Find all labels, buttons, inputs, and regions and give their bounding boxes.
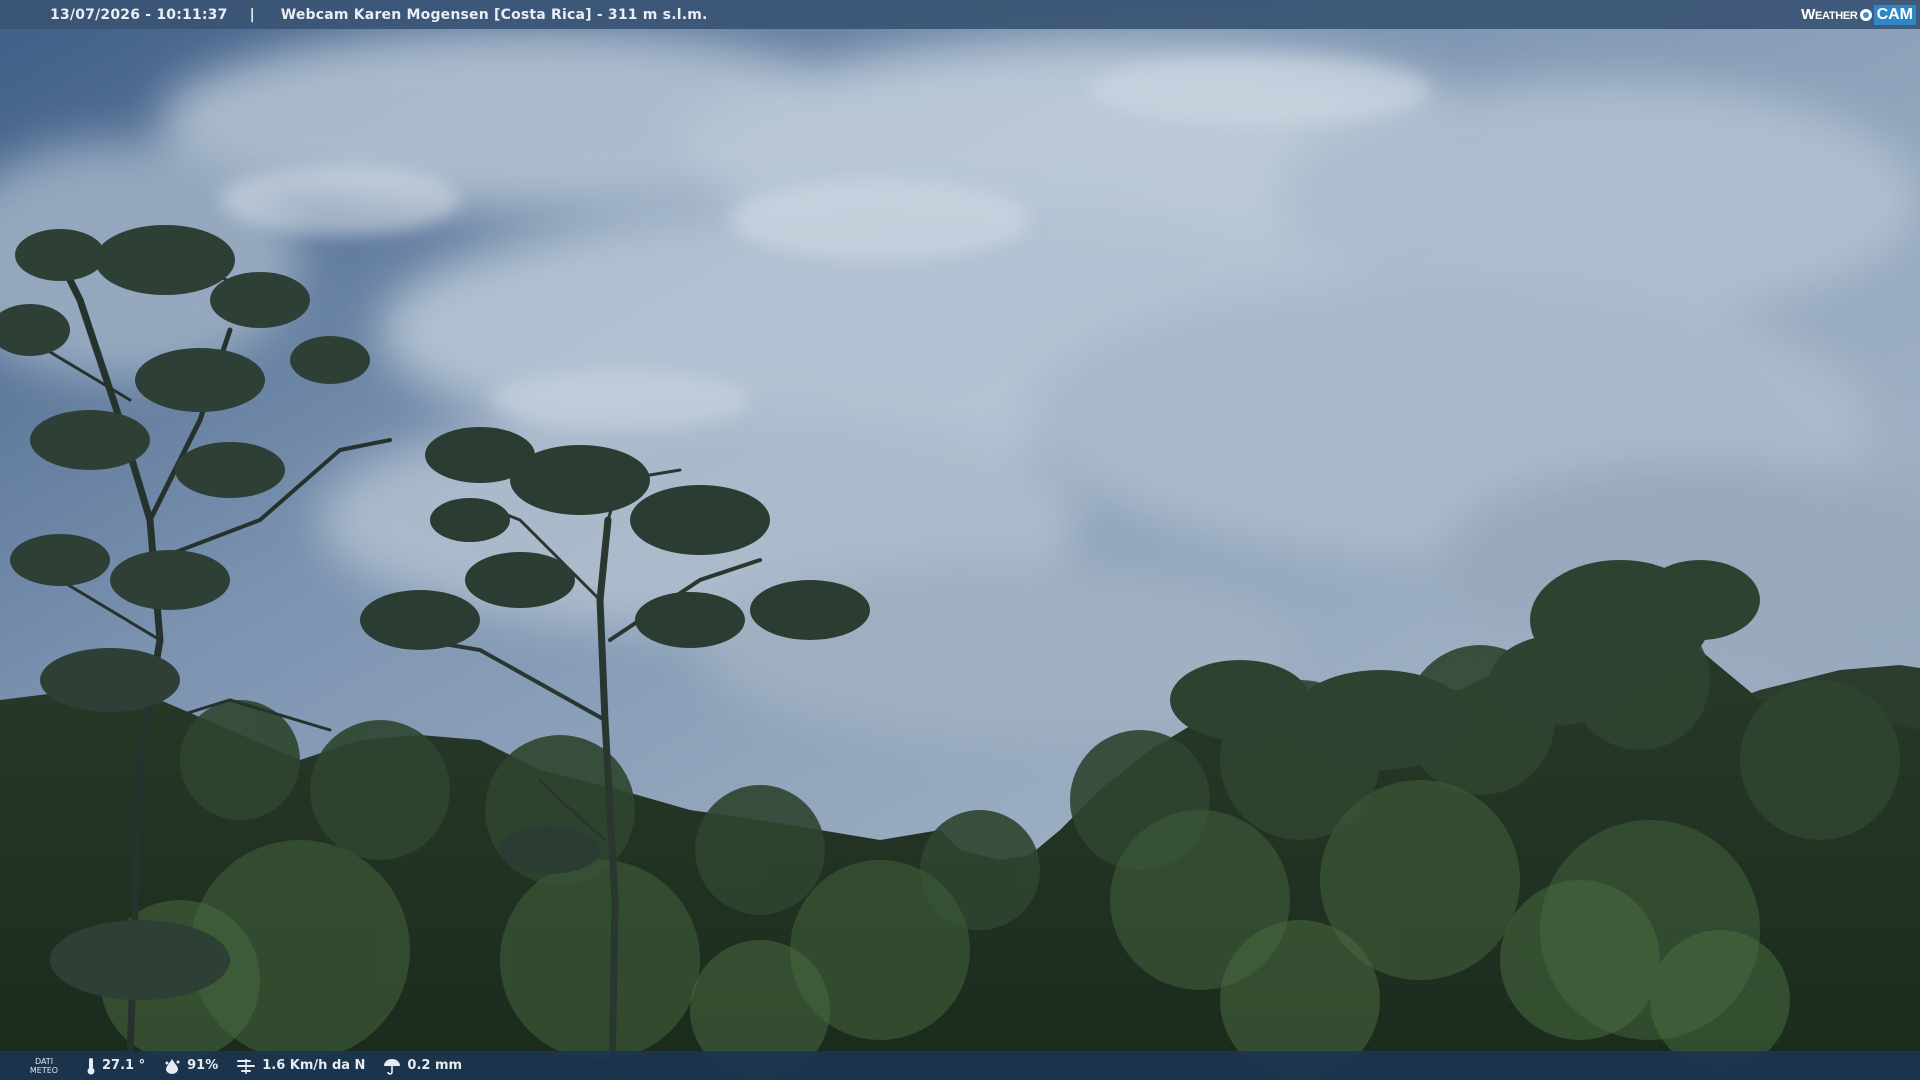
rain-value: 0.2 mm xyxy=(407,1058,463,1073)
thermometer-icon xyxy=(87,1057,95,1074)
webcam-title: Webcam Karen Mogensen [Costa Rica] - 311… xyxy=(280,6,708,23)
logo-circle-icon xyxy=(1859,8,1872,21)
wind-value: 1.6 Km/h da N xyxy=(262,1058,366,1073)
meteo-label-line2: METEO xyxy=(29,1065,59,1075)
webcam-image xyxy=(0,0,1920,1080)
meteo-bar: DATI METEO 27.1 ° 91% 1.6 Km/h da N 0.2 … xyxy=(0,1051,1920,1080)
meteo-label: DATI METEO xyxy=(20,1057,68,1075)
logo-cam-text: CAM xyxy=(1873,4,1916,25)
humidity-value: 91% xyxy=(187,1058,219,1073)
header-bar: 13/07/2026 - 10:11:37 | Webcam Karen Mog… xyxy=(0,0,1920,29)
wind-reading: 1.6 Km/h da N xyxy=(236,1057,365,1075)
weathercam-logo: Weather CAM xyxy=(1801,3,1916,26)
header-separator: | xyxy=(249,6,255,23)
humidity-reading: 91% xyxy=(163,1058,218,1074)
wind-icon xyxy=(237,1058,256,1074)
temperature-value: 27.1 ° xyxy=(102,1058,146,1073)
logo-weather-text: Weather xyxy=(1801,6,1858,23)
temperature-reading: 27.1 ° xyxy=(86,1057,145,1075)
rain-icon xyxy=(384,1058,401,1075)
timestamp: 13/07/2026 - 10:11:37 xyxy=(50,6,228,23)
rain-reading: 0.2 mm xyxy=(383,1057,462,1075)
humidity-icon xyxy=(165,1058,180,1074)
meteo-label-line1: DATI xyxy=(34,1056,54,1066)
